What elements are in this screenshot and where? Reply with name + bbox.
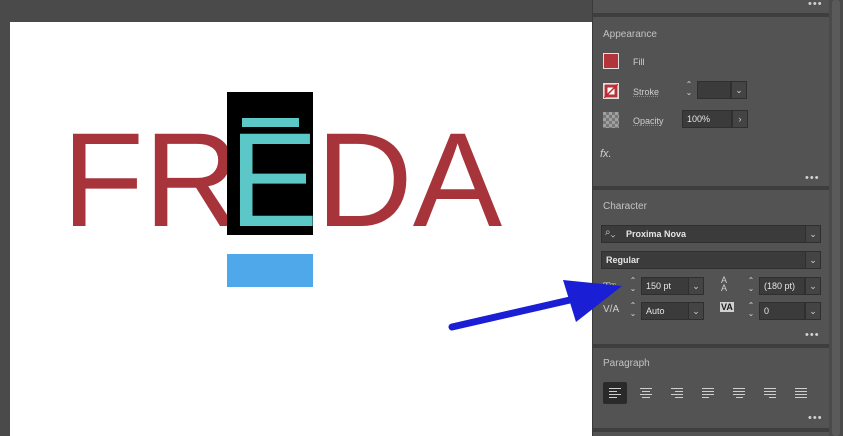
paragraph-title: Paragraph xyxy=(603,358,650,369)
stroke-label[interactable]: Stroke xyxy=(633,87,659,97)
text-letters-left[interactable]: FR xyxy=(62,114,241,248)
justify-right-button[interactable] xyxy=(758,382,782,404)
leading-stepper-icon[interactable]: ⌃ ⌄ xyxy=(745,277,757,295)
annotation-arrow-icon xyxy=(448,280,622,331)
text-cursor-block xyxy=(227,254,313,287)
font-family-value: Proxima Nova xyxy=(626,229,687,239)
character-title: Character xyxy=(603,201,647,212)
font-style-dropdown[interactable]: ⌄ xyxy=(805,251,821,269)
stroke-dropdown-button[interactable]: ⌄ xyxy=(731,81,747,99)
panel-divider xyxy=(593,13,830,17)
fx-button[interactable]: fx. xyxy=(600,148,612,160)
tracking-dropdown[interactable]: ⌄ xyxy=(805,302,821,320)
selected-letter[interactable]: E xyxy=(229,114,318,248)
search-icon: ⌕⌄ xyxy=(605,227,616,238)
stroke-swatch-icon[interactable] xyxy=(603,83,619,99)
align-center-button[interactable] xyxy=(634,382,658,404)
opacity-checker-icon xyxy=(603,112,619,128)
font-style-value: Regular xyxy=(606,255,640,265)
justify-center-button[interactable] xyxy=(727,382,751,404)
appearance-more-icon[interactable]: ••• xyxy=(805,172,820,184)
opacity-input[interactable]: 100% xyxy=(682,110,732,128)
justify-left-button[interactable] xyxy=(696,382,720,404)
kerning-dropdown[interactable]: ⌄ xyxy=(688,302,704,320)
stroke-stepper-icon[interactable]: ⌃ ⌄ xyxy=(683,81,695,99)
stroke-weight-input[interactable] xyxy=(697,81,731,99)
panel-divider xyxy=(593,428,830,432)
align-left-button[interactable] xyxy=(603,382,627,404)
font-style-select[interactable]: Regular xyxy=(601,251,809,269)
panel-divider xyxy=(593,344,830,348)
panel-divider xyxy=(593,186,830,190)
paragraph-more-icon[interactable]: ••• xyxy=(808,412,823,424)
text-letters-right[interactable]: DA xyxy=(316,114,502,248)
artboard[interactable]: FR E DA xyxy=(10,22,592,436)
font-family-select[interactable]: Proxima Nova xyxy=(601,225,809,243)
opacity-label[interactable]: Opacity xyxy=(633,116,664,126)
kerning-input[interactable]: Auto xyxy=(641,302,689,320)
character-more-icon[interactable]: ••• xyxy=(805,329,820,341)
opacity-arrow-button[interactable]: › xyxy=(732,110,748,128)
leading-dropdown[interactable]: ⌄ xyxy=(805,277,821,295)
justify-all-button[interactable] xyxy=(789,382,813,404)
fill-label: Fill xyxy=(633,57,645,67)
leading-icon: AA xyxy=(721,275,728,293)
appearance-title: Appearance xyxy=(603,29,657,40)
panel-scrollbar-thumb[interactable] xyxy=(832,0,840,436)
font-size-input[interactable]: 150 pt xyxy=(641,277,689,295)
leading-input[interactable]: (180 pt) xyxy=(759,277,805,295)
font-size-dropdown[interactable]: ⌄ xyxy=(688,277,704,295)
align-right-button[interactable] xyxy=(665,382,689,404)
fill-swatch-icon[interactable] xyxy=(603,53,619,69)
properties-panel: ••• Appearance Fill Stroke ⌃ ⌄ ⌄ Opacity … xyxy=(592,0,843,436)
tracking-stepper-icon[interactable]: ⌃ ⌄ xyxy=(745,302,757,320)
canvas-area: FR E DA xyxy=(0,0,592,436)
more-options-icon[interactable]: ••• xyxy=(808,0,823,10)
tracking-input[interactable]: 0 xyxy=(759,302,805,320)
tracking-icon: VA xyxy=(720,302,734,312)
font-family-dropdown[interactable]: ⌄ xyxy=(805,225,821,243)
